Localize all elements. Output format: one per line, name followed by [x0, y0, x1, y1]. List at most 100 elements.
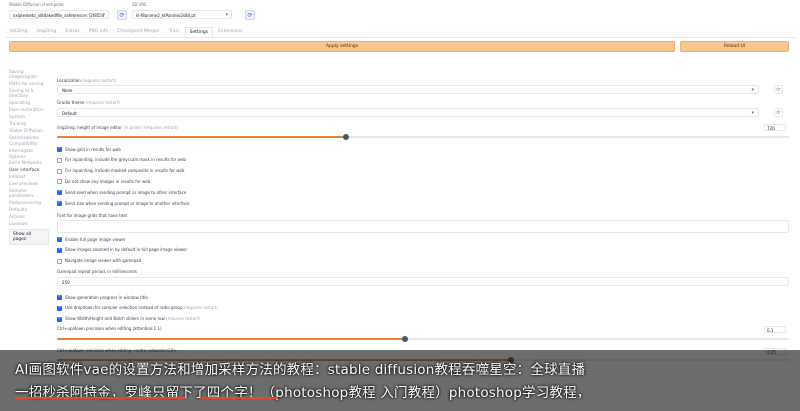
- caption-underline: [15, 397, 185, 399]
- chevron-down-icon: ▾: [751, 87, 754, 93]
- tab-extensions[interactable]: Extensions: [214, 27, 246, 37]
- ctrl-up-label: Ctrl+up/down precision when editing (att…: [57, 326, 162, 331]
- gradio-theme-label: Gradio theme (requires restart): [57, 100, 120, 105]
- tab-settings[interactable]: Settings: [184, 27, 214, 37]
- sidebar-item-paths-for-saving[interactable]: Paths for saving: [9, 82, 49, 87]
- sidebar-item-face-restoration[interactable]: Face restoration: [9, 108, 49, 113]
- sidebar-item-actions[interactable]: Actions: [9, 215, 49, 220]
- ctrl-up-input[interactable]: 0.1: [764, 326, 786, 333]
- caption-line-1: AI画图软件vae的设置方法和增加采样方法的教程：stable diffusio…: [15, 362, 586, 378]
- sidebar-item-optimizations[interactable]: Optimizations: [9, 136, 49, 141]
- sidebar-item-postprocessing[interactable]: Postprocessing: [9, 201, 49, 206]
- checkbox[interactable]: [57, 247, 62, 253]
- slider-handle[interactable]: [401, 336, 408, 342]
- sidebar-item-compatibility[interactable]: Compatibility: [9, 142, 49, 147]
- caption-underline: [200, 397, 278, 399]
- localization-label: Localization (requires restart): [57, 78, 117, 83]
- refresh-icon: ⟳: [119, 11, 125, 19]
- checkbox[interactable]: [57, 189, 62, 196]
- img2img-height-label: img2img: height of image editor (in pixe…: [57, 125, 179, 130]
- refresh-icon: ⟳: [776, 109, 781, 116]
- checkbox[interactable]: [57, 200, 62, 206]
- checkpoint-value: xxlplesketo_xl8dakedf8x_safetensors [2f8…: [13, 13, 105, 18]
- main-tabs: txt2img img2img Extras PNG Info Checkpoint M…: [6, 27, 247, 37]
- chevron-down-icon: ▾: [225, 12, 228, 18]
- vae-select[interactable]: kl-f8anime2_ktPanimo2s8d.pt ▾: [132, 10, 232, 19]
- sidebar-item-sampler-parameters[interactable]: Sampler parameters: [9, 189, 49, 199]
- tab-checkpoint-merger[interactable]: Checkpoint Merger: [113, 27, 164, 37]
- sidebar-item-interrogate-options[interactable]: Interrogate Options: [9, 149, 49, 159]
- sidebar-item-licenses[interactable]: Licenses: [9, 222, 49, 227]
- checkbox-label: Enable full page image viewer: [65, 236, 126, 242]
- img2img-height-input[interactable]: 720: [764, 124, 786, 131]
- checkbox-label: Navigate image viewer with gamepad: [65, 258, 142, 264]
- refresh-checkpoint-button[interactable]: ⟳: [117, 10, 127, 20]
- sidebar-item-defaults[interactable]: Defaults: [9, 208, 49, 213]
- vae-value: kl-f8anime2_ktPanimo2s8d.pt: [136, 13, 196, 18]
- sidebar-item-stable-diffusion[interactable]: Stable Diffusion: [9, 129, 49, 134]
- localization-value: None: [62, 88, 73, 93]
- gamepad-input[interactable]: 250: [57, 277, 789, 286]
- checkbox[interactable]: [57, 146, 62, 152]
- sidebar-item-training[interactable]: Training: [9, 122, 49, 127]
- checkbox-label: Show images zoomed in by default in full…: [65, 247, 188, 253]
- checkbox-label: Send seed when sending prompt or image t…: [65, 189, 187, 195]
- show-all-pages-button[interactable]: Show all pages: [9, 228, 49, 245]
- tab-txt2img[interactable]: txt2img: [6, 27, 32, 37]
- tab-img2img[interactable]: img2img: [33, 27, 61, 37]
- checkbox[interactable]: [57, 305, 62, 311]
- refresh-vae-button[interactable]: ⟳: [245, 10, 255, 20]
- checkpoint-select[interactable]: xxlplesketo_xl8dakedf8x_safetensors [2f8…: [9, 10, 109, 19]
- refresh-icon: ⟳: [247, 11, 253, 19]
- checkbox-label: Show Width/Height and Batch sliders in s…: [65, 316, 201, 322]
- checkbox-label: Send size when sending prompt or image t…: [65, 200, 190, 206]
- sidebar-item-upscaling[interactable]: Upscaling: [9, 101, 49, 106]
- slider-fill: [57, 136, 347, 138]
- chevron-down-icon: ▾: [102, 12, 105, 18]
- slider-fill: [57, 338, 405, 340]
- vae-label: SD VAE: [132, 2, 147, 7]
- checkbox-label: Use dropdown for sampler selection inste…: [65, 305, 218, 311]
- tab-train[interactable]: Train: [165, 27, 184, 37]
- refresh-theme-button[interactable]: ⟳: [774, 108, 783, 117]
- checkpoint-label: Stable Diffusion checkpoint: [9, 2, 64, 7]
- tab-png-info[interactable]: PNG Info: [85, 27, 113, 37]
- sidebar-item-saving-to-a-directory[interactable]: Saving to a directory: [9, 89, 49, 99]
- tab-extras[interactable]: Extras: [61, 27, 83, 37]
- settings-sidebar: Saving images/grids Paths for saving Savin…: [9, 70, 49, 245]
- checkbox[interactable]: [57, 294, 62, 300]
- checkbox-label: For inpainting, include masked composite…: [65, 168, 185, 174]
- checkbox-label: Show generation progress in window title…: [65, 294, 150, 300]
- font-label: Font for image grids that have text: [57, 213, 128, 218]
- gradio-theme-dropdown[interactable]: Default ▾: [57, 108, 759, 117]
- reload-ui-button[interactable]: Reload UI: [680, 41, 789, 52]
- ctrl-up-slider[interactable]: [57, 336, 789, 342]
- localization-dropdown[interactable]: None ▾: [57, 85, 759, 94]
- checkbox[interactable]: [57, 157, 62, 163]
- sidebar-item-infotext[interactable]: Infotext: [9, 175, 49, 180]
- checkbox-label: Show grid in results for web: [65, 146, 121, 152]
- tab-divider: [6, 37, 796, 38]
- checkbox[interactable]: [57, 316, 62, 322]
- model-selector-bar: Stable Diffusion checkpoint xxlplesketo_…: [0, 0, 800, 26]
- sidebar-item-live-previews[interactable]: Live previews: [9, 182, 49, 187]
- slider-handle[interactable]: [343, 134, 350, 140]
- refresh-icon: ⟳: [776, 86, 781, 93]
- gamepad-label: Gamepad repeat period, in milliseconds: [57, 269, 137, 274]
- checkbox[interactable]: [57, 236, 62, 242]
- checkbox[interactable]: [57, 168, 62, 174]
- checkbox[interactable]: [57, 258, 62, 264]
- refresh-localization-button[interactable]: ⟳: [774, 85, 783, 94]
- sidebar-item-system[interactable]: System: [9, 115, 49, 120]
- chevron-down-icon: ▾: [751, 110, 754, 116]
- font-input[interactable]: [57, 220, 789, 233]
- img2img-height-slider[interactable]: [57, 134, 789, 140]
- sidebar-item-saving-images-grids[interactable]: Saving images/grids: [9, 70, 49, 80]
- checkbox[interactable]: [57, 179, 62, 185]
- sidebar-item-extra-networks[interactable]: Extra Networks: [9, 161, 49, 166]
- sidebar-item-user-interface[interactable]: User interface: [9, 168, 49, 173]
- apply-settings-button[interactable]: Apply settings: [9, 41, 675, 52]
- gradio-theme-value: Default: [62, 111, 77, 116]
- checkbox-label: Do not show any images in results for we…: [65, 178, 151, 184]
- checkbox-label: For inpainting, include the greyscale ma…: [65, 157, 186, 163]
